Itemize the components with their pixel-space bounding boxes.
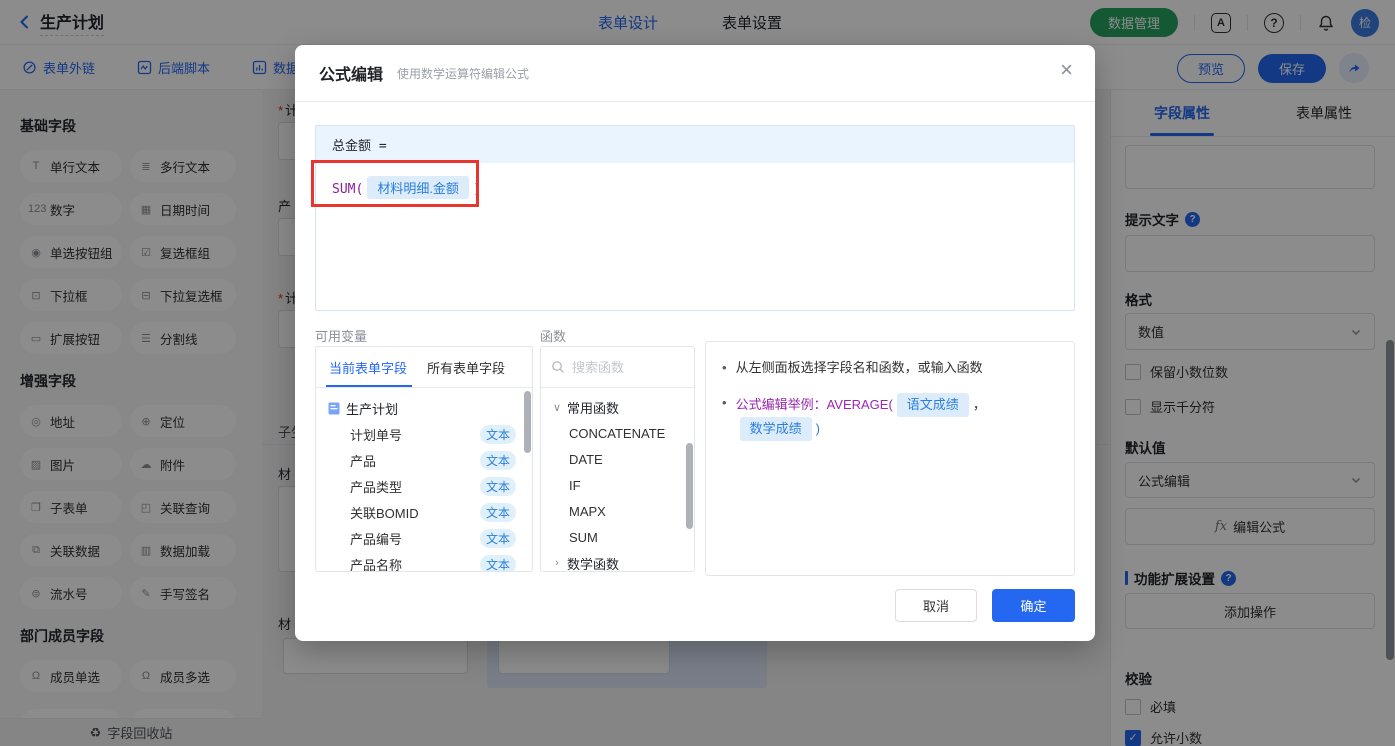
variable-name: 计划单号 bbox=[350, 427, 403, 443]
variable-row[interactable]: 产品类型 文本 bbox=[324, 473, 526, 499]
example-function: 公式编辑举例：AVERAGE( bbox=[735, 397, 893, 412]
field-type-badge: 文本 bbox=[480, 450, 516, 470]
example-chip: 数学成绩 bbox=[739, 417, 812, 441]
functions-label: 函数 bbox=[540, 329, 567, 344]
variables-panel: 当前表单字段 所有表单字段 生产计划 计划单号 文本 产品 文本 产品类型 文本 关联BOM… bbox=[315, 346, 533, 572]
variable-tree-root[interactable]: 生产计划 bbox=[324, 395, 526, 421]
variable-name: 产品类型 bbox=[350, 479, 403, 495]
formula-variable-chip[interactable]: 材料明细.金额 bbox=[367, 176, 469, 199]
tip-example-line: • 公式编辑举例：AVERAGE(语文成绩 ，数学成绩) bbox=[722, 393, 1058, 441]
formula-editor[interactable]: 总金额 = SUM(材料明细.金额) bbox=[315, 125, 1075, 311]
cancel-button[interactable]: 取消 bbox=[895, 589, 977, 622]
function-item[interactable]: MAPX bbox=[545, 498, 690, 524]
formula-function: SUM( bbox=[332, 182, 364, 197]
scrollbar-thumb[interactable] bbox=[686, 443, 693, 529]
tip-line: • 从左侧面板选择字段名和函数，或输入函数 bbox=[722, 360, 983, 375]
field-type-badge: 文本 bbox=[480, 502, 516, 522]
variables-label: 可用变量 bbox=[315, 329, 368, 344]
variable-name: 关联BOMID bbox=[350, 505, 419, 521]
active-tab-underline bbox=[326, 385, 412, 387]
variable-row[interactable]: 产品 文本 bbox=[324, 447, 526, 473]
field-type-badge: 文本 bbox=[480, 528, 516, 548]
variable-name: 产品编号 bbox=[350, 531, 403, 547]
function-item[interactable]: SUM bbox=[545, 524, 690, 550]
tab-all-form-fields[interactable]: 所有表单字段 bbox=[427, 358, 505, 377]
close-icon[interactable]: × bbox=[1060, 59, 1073, 81]
function-search-input[interactable] bbox=[572, 359, 672, 375]
function-group[interactable]: › 数学函数 bbox=[545, 550, 690, 572]
function-group-name: 常用函数 bbox=[567, 400, 620, 416]
variable-row[interactable]: 产品编号 文本 bbox=[324, 525, 526, 551]
chevron-icon: › bbox=[555, 557, 559, 569]
chevron-icon: ∨ bbox=[552, 401, 562, 414]
function-group[interactable]: ∨ 常用函数 bbox=[545, 394, 690, 420]
form-designer-app: 生产计划 表单设计 表单设置 数据管理 A ? 检 表单外链 后端脚本 预览 保… bbox=[0, 0, 1395, 746]
function-search[interactable] bbox=[541, 347, 694, 388]
variable-name: 产品 bbox=[350, 453, 377, 469]
function-item[interactable]: IF bbox=[545, 472, 690, 498]
field-type-badge: 文本 bbox=[480, 554, 516, 571]
tab-current-form-fields[interactable]: 当前表单字段 bbox=[329, 358, 407, 377]
formula-target: 总金额 = bbox=[316, 126, 1074, 163]
formula-close-paren: ) bbox=[472, 182, 481, 197]
search-icon bbox=[552, 361, 564, 373]
function-group-name: 数学函数 bbox=[567, 556, 620, 572]
modal-subtitle: 使用数学运算符编辑公式 bbox=[397, 66, 530, 81]
variable-name: 产品名称 bbox=[350, 557, 403, 572]
document-icon bbox=[328, 402, 340, 414]
formula-edit-modal: 公式编辑 使用数学运算符编辑公式 × 总金额 = SUM(材料明细.金额) 可用… bbox=[295, 45, 1095, 641]
variable-row[interactable]: 关联BOMID 文本 bbox=[324, 499, 526, 525]
scrollbar-thumb[interactable] bbox=[524, 391, 531, 453]
formula-body[interactable]: SUM(材料明细.金额) bbox=[316, 163, 1074, 212]
variable-row[interactable]: 计划单号 文本 bbox=[324, 421, 526, 447]
modal-title: 公式编辑 bbox=[319, 67, 384, 84]
function-item[interactable]: CONCATENATE bbox=[545, 420, 690, 446]
example-chip: 语文成绩 bbox=[896, 393, 969, 417]
tips-panel: • 从左侧面板选择字段名和函数，或输入函数 • 公式编辑举例：AVERAGE(语… bbox=[705, 341, 1075, 576]
field-type-badge: 文本 bbox=[480, 424, 516, 444]
confirm-button[interactable]: 确定 bbox=[992, 589, 1075, 622]
variable-row[interactable]: 产品名称 文本 bbox=[324, 551, 526, 572]
function-item[interactable]: DATE bbox=[545, 446, 690, 472]
functions-panel: ∨常用函数CONCATENATEDATEIFMAPXSUM›数学函数›文本函数 bbox=[540, 346, 695, 572]
field-type-badge: 文本 bbox=[480, 476, 516, 496]
